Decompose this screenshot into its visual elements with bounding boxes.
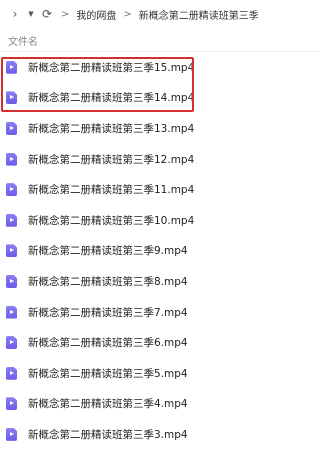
list-item[interactable]: 新概念第二册精读班第三季4.mp4 bbox=[0, 389, 320, 420]
file-name: 新概念第二册精读班第三季6.mp4 bbox=[28, 337, 188, 350]
breadcrumb-separator: > bbox=[123, 8, 132, 20]
list-item[interactable]: 新概念第二册精读班第三季7.mp4 bbox=[0, 297, 320, 328]
video-file-icon bbox=[6, 121, 17, 135]
file-name: 新概念第二册精读班第三季13.mp4 bbox=[28, 122, 195, 135]
video-file-icon bbox=[6, 213, 17, 227]
list-item[interactable]: 新概念第二册精读班第三季15.mp4 bbox=[0, 52, 320, 83]
video-file-icon bbox=[6, 274, 17, 288]
video-file-icon bbox=[6, 244, 17, 258]
toolbar: › ▼ ⟳ > 我的网盘 > 新概念第二册精读班第三季 bbox=[0, 0, 320, 28]
video-file-icon bbox=[6, 305, 17, 319]
file-name: 新概念第二册精读班第三季7.mp4 bbox=[28, 306, 188, 319]
file-name: 新概念第二册精读班第三季4.mp4 bbox=[28, 398, 188, 411]
video-file-icon bbox=[6, 427, 17, 441]
chevron-right-icon[interactable]: › bbox=[8, 7, 22, 21]
caret-down-icon[interactable]: ▼ bbox=[24, 10, 38, 18]
list-item[interactable]: 新概念第二册精读班第三季13.mp4 bbox=[0, 113, 320, 144]
file-name: 新概念第二册精读班第三季10.mp4 bbox=[28, 214, 195, 227]
refresh-icon[interactable]: ⟳ bbox=[40, 7, 54, 21]
file-name: 新概念第二册精读班第三季15.mp4 bbox=[28, 61, 195, 74]
file-name: 新概念第二册精读班第三季8.mp4 bbox=[28, 275, 188, 288]
file-name: 新概念第二册精读班第三季14.mp4 bbox=[28, 92, 195, 105]
list-item[interactable]: 新概念第二册精读班第三季8.mp4 bbox=[0, 266, 320, 297]
file-name: 新概念第二册精读班第三季5.mp4 bbox=[28, 367, 188, 380]
file-name: 新概念第二册精读班第三季3.mp4 bbox=[28, 428, 188, 441]
video-file-icon bbox=[6, 152, 17, 166]
file-name: 新概念第二册精读班第三季12.mp4 bbox=[28, 153, 195, 166]
video-file-icon bbox=[6, 91, 17, 105]
video-file-icon bbox=[6, 60, 17, 74]
list-item[interactable]: 新概念第二册精读班第三季5.mp4 bbox=[0, 358, 320, 389]
list-item[interactable]: 新概念第二册精读班第三季12.mp4 bbox=[0, 144, 320, 175]
list-item[interactable]: 新概念第二册精读班第三季6.mp4 bbox=[0, 327, 320, 358]
list-item[interactable]: 新概念第二册精读班第三季11.mp4 bbox=[0, 174, 320, 205]
file-list: 新概念第二册精读班第三季15.mp4 新概念第二册精读班第三季14.mp4 新概… bbox=[0, 52, 320, 450]
list-item[interactable]: 新概念第二册精读班第三季14.mp4 bbox=[0, 83, 320, 114]
breadcrumb-root[interactable]: 我的网盘 bbox=[76, 7, 116, 22]
list-header: 文件名 bbox=[0, 29, 320, 52]
video-file-icon bbox=[6, 397, 17, 411]
video-file-icon bbox=[6, 183, 17, 197]
file-name: 新概念第二册精读班第三季9.mp4 bbox=[28, 245, 188, 258]
file-name: 新概念第二册精读班第三季11.mp4 bbox=[28, 184, 195, 197]
list-item[interactable]: 新概念第二册精读班第三季9.mp4 bbox=[0, 236, 320, 267]
video-file-icon bbox=[6, 366, 17, 380]
list-item[interactable]: 新概念第二册精读班第三季10.mp4 bbox=[0, 205, 320, 236]
breadcrumb-current: 新概念第二册精读班第三季 bbox=[138, 10, 259, 22]
list-item[interactable]: 新概念第二册精读班第三季3.mp4 bbox=[0, 419, 320, 450]
video-file-icon bbox=[6, 336, 17, 350]
breadcrumb-separator: > bbox=[61, 8, 70, 20]
column-header-filename[interactable]: 文件名 bbox=[8, 33, 38, 48]
